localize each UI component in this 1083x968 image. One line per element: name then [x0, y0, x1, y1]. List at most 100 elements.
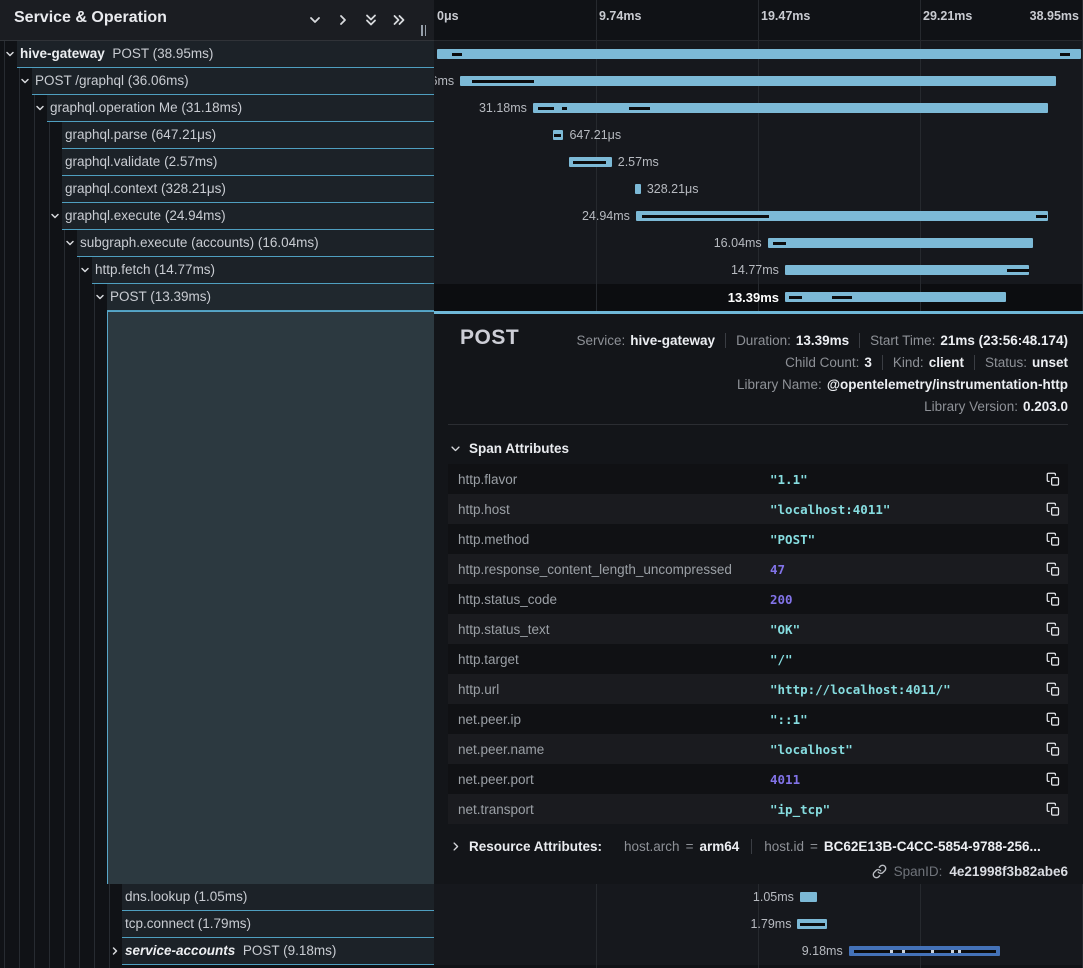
child-span-tick [562, 107, 567, 110]
copy-icon[interactable] [1038, 682, 1068, 697]
span-name-row[interactable]: graphql.execute (24.94ms) [62, 203, 434, 230]
chevron-down-icon[interactable] [305, 10, 324, 29]
chevron-down-icon [450, 443, 461, 454]
span-attributes-header[interactable]: Span Attributes [450, 441, 569, 456]
operation-name: graphql.execute (24.94ms) [65, 208, 226, 223]
copy-icon[interactable] [1038, 712, 1068, 727]
field-value: 21ms (23:56:48.174) [940, 333, 1068, 348]
link-icon[interactable] [872, 864, 887, 879]
attribute-row: http.host"localhost:4011" [448, 494, 1068, 524]
span-detail-indent-panel [107, 311, 434, 884]
detail-meta-field: Service:hive-gateway [566, 333, 725, 348]
span-detail-title: POST [460, 326, 519, 350]
chevron-down-icon[interactable] [93, 284, 107, 310]
copy-icon[interactable] [1038, 502, 1068, 517]
attribute-row: http.url"http://localhost:4011/" [448, 674, 1068, 704]
indent-guide [4, 41, 5, 968]
indent-guide [19, 41, 20, 968]
copy-icon[interactable] [1038, 532, 1068, 547]
child-span-tick [854, 950, 996, 953]
copy-icon[interactable] [1038, 652, 1068, 667]
chevron-right-icon[interactable] [108, 938, 122, 964]
operation-name: graphql.parse (647.21μs) [65, 127, 216, 142]
span-name-row[interactable]: graphql.operation Me (31.18ms) [47, 95, 434, 122]
span-bar[interactable] [460, 76, 1056, 86]
span-bar[interactable] [533, 103, 1049, 113]
equals-sign: = [686, 839, 694, 854]
resource-value: arm64 [699, 839, 739, 854]
span-name-row[interactable]: dns.lookup (1.05ms) [122, 884, 434, 911]
span-id-label: SpanID: [894, 864, 943, 879]
attribute-value: 47 [770, 562, 1038, 577]
chevron-down-icon[interactable] [33, 95, 47, 121]
copy-icon[interactable] [1038, 742, 1068, 757]
ruler-border [434, 40, 1083, 41]
attribute-key: http.url [448, 682, 770, 697]
chevron-down-icon[interactable] [48, 203, 62, 229]
span-name-row[interactable]: POST (13.39ms) [107, 284, 434, 311]
span-bar[interactable] [768, 238, 1033, 248]
child-span-tick [800, 923, 825, 926]
span-name-row[interactable]: graphql.context (328.21μs) [62, 176, 434, 203]
chevron-down-icon[interactable] [3, 41, 17, 67]
double-chevron-right-icon[interactable] [389, 10, 408, 29]
span-name-row[interactable]: graphql.parse (647.21μs) [62, 122, 434, 149]
attribute-value: "localhost:4011" [770, 502, 1038, 517]
span-duration-label: 1.79ms [750, 911, 791, 938]
span-bar[interactable] [437, 49, 1081, 59]
child-span-tick [789, 296, 802, 299]
attribute-value: "http://localhost:4011/" [770, 682, 1038, 697]
copy-icon[interactable] [1038, 772, 1068, 787]
copy-icon[interactable] [1038, 622, 1068, 637]
span-bar[interactable] [785, 265, 1029, 275]
operation-name: subgraph.execute (accounts) (16.04ms) [80, 235, 319, 250]
span-name-row[interactable]: service-accounts POST (9.18ms) [122, 938, 434, 965]
span-name-row[interactable]: tcp.connect (1.79ms) [122, 911, 434, 938]
chevron-down-icon[interactable] [78, 257, 92, 283]
attribute-value: "/" [770, 652, 1038, 667]
span-name-row[interactable]: hive-gateway POST (38.95ms) [17, 41, 434, 68]
field-label: Kind: [893, 355, 924, 370]
chevron-down-icon[interactable] [63, 230, 77, 256]
child-span-tick [642, 215, 769, 218]
copy-icon[interactable] [1038, 472, 1068, 487]
copy-icon[interactable] [1038, 592, 1068, 607]
span-bar[interactable] [800, 892, 817, 902]
span-name-row[interactable]: POST /graphql (36.06ms) [32, 68, 434, 95]
child-span-tick [1060, 53, 1070, 56]
resource-attributes-row[interactable]: Resource Attributes: host.arch=arm64host… [450, 834, 1053, 858]
detail-divider [448, 424, 1068, 425]
span-name-row[interactable]: graphql.validate (2.57ms) [62, 149, 434, 176]
resource-key: host.arch [624, 839, 680, 854]
attribute-row: net.peer.ip"::1" [448, 704, 1068, 734]
attribute-value: "localhost" [770, 742, 1038, 757]
span-duration-label: 14.77ms [731, 257, 779, 284]
column-resizer[interactable] [421, 25, 426, 36]
double-chevron-down-icon[interactable] [361, 10, 380, 29]
attribute-key: net.peer.port [448, 772, 770, 787]
attribute-value: 4011 [770, 772, 1038, 787]
span-bar[interactable] [635, 184, 640, 194]
ruler-tick-label: 0μs [437, 9, 459, 23]
indent-guide [49, 41, 50, 968]
span-name-row[interactable]: subgraph.execute (accounts) (16.04ms) [77, 230, 434, 257]
span-bar[interactable] [785, 292, 1006, 302]
chevron-right-icon[interactable] [333, 10, 352, 29]
child-span-tick [773, 242, 786, 245]
copy-icon[interactable] [1038, 802, 1068, 817]
indent-guide [34, 41, 35, 968]
resource-value: BC62E13B-C4CC-5854-9788-256... [824, 839, 1041, 854]
attribute-row: net.peer.port4011 [448, 764, 1068, 794]
field-label: Child Count: [785, 355, 859, 370]
child-span-tick [538, 107, 554, 110]
attribute-value: "ip_tcp" [770, 802, 1038, 817]
child-span-tick [1036, 215, 1048, 218]
span-name-row[interactable]: http.fetch (14.77ms) [92, 257, 434, 284]
field-value: 3 [864, 355, 872, 370]
copy-icon[interactable] [1038, 562, 1068, 577]
tree-header-controls [305, 10, 408, 29]
attribute-value: "::1" [770, 712, 1038, 727]
chevron-down-icon[interactable] [18, 68, 32, 94]
attribute-key: http.flavor [448, 472, 770, 487]
operation-name: tcp.connect (1.79ms) [125, 916, 251, 931]
